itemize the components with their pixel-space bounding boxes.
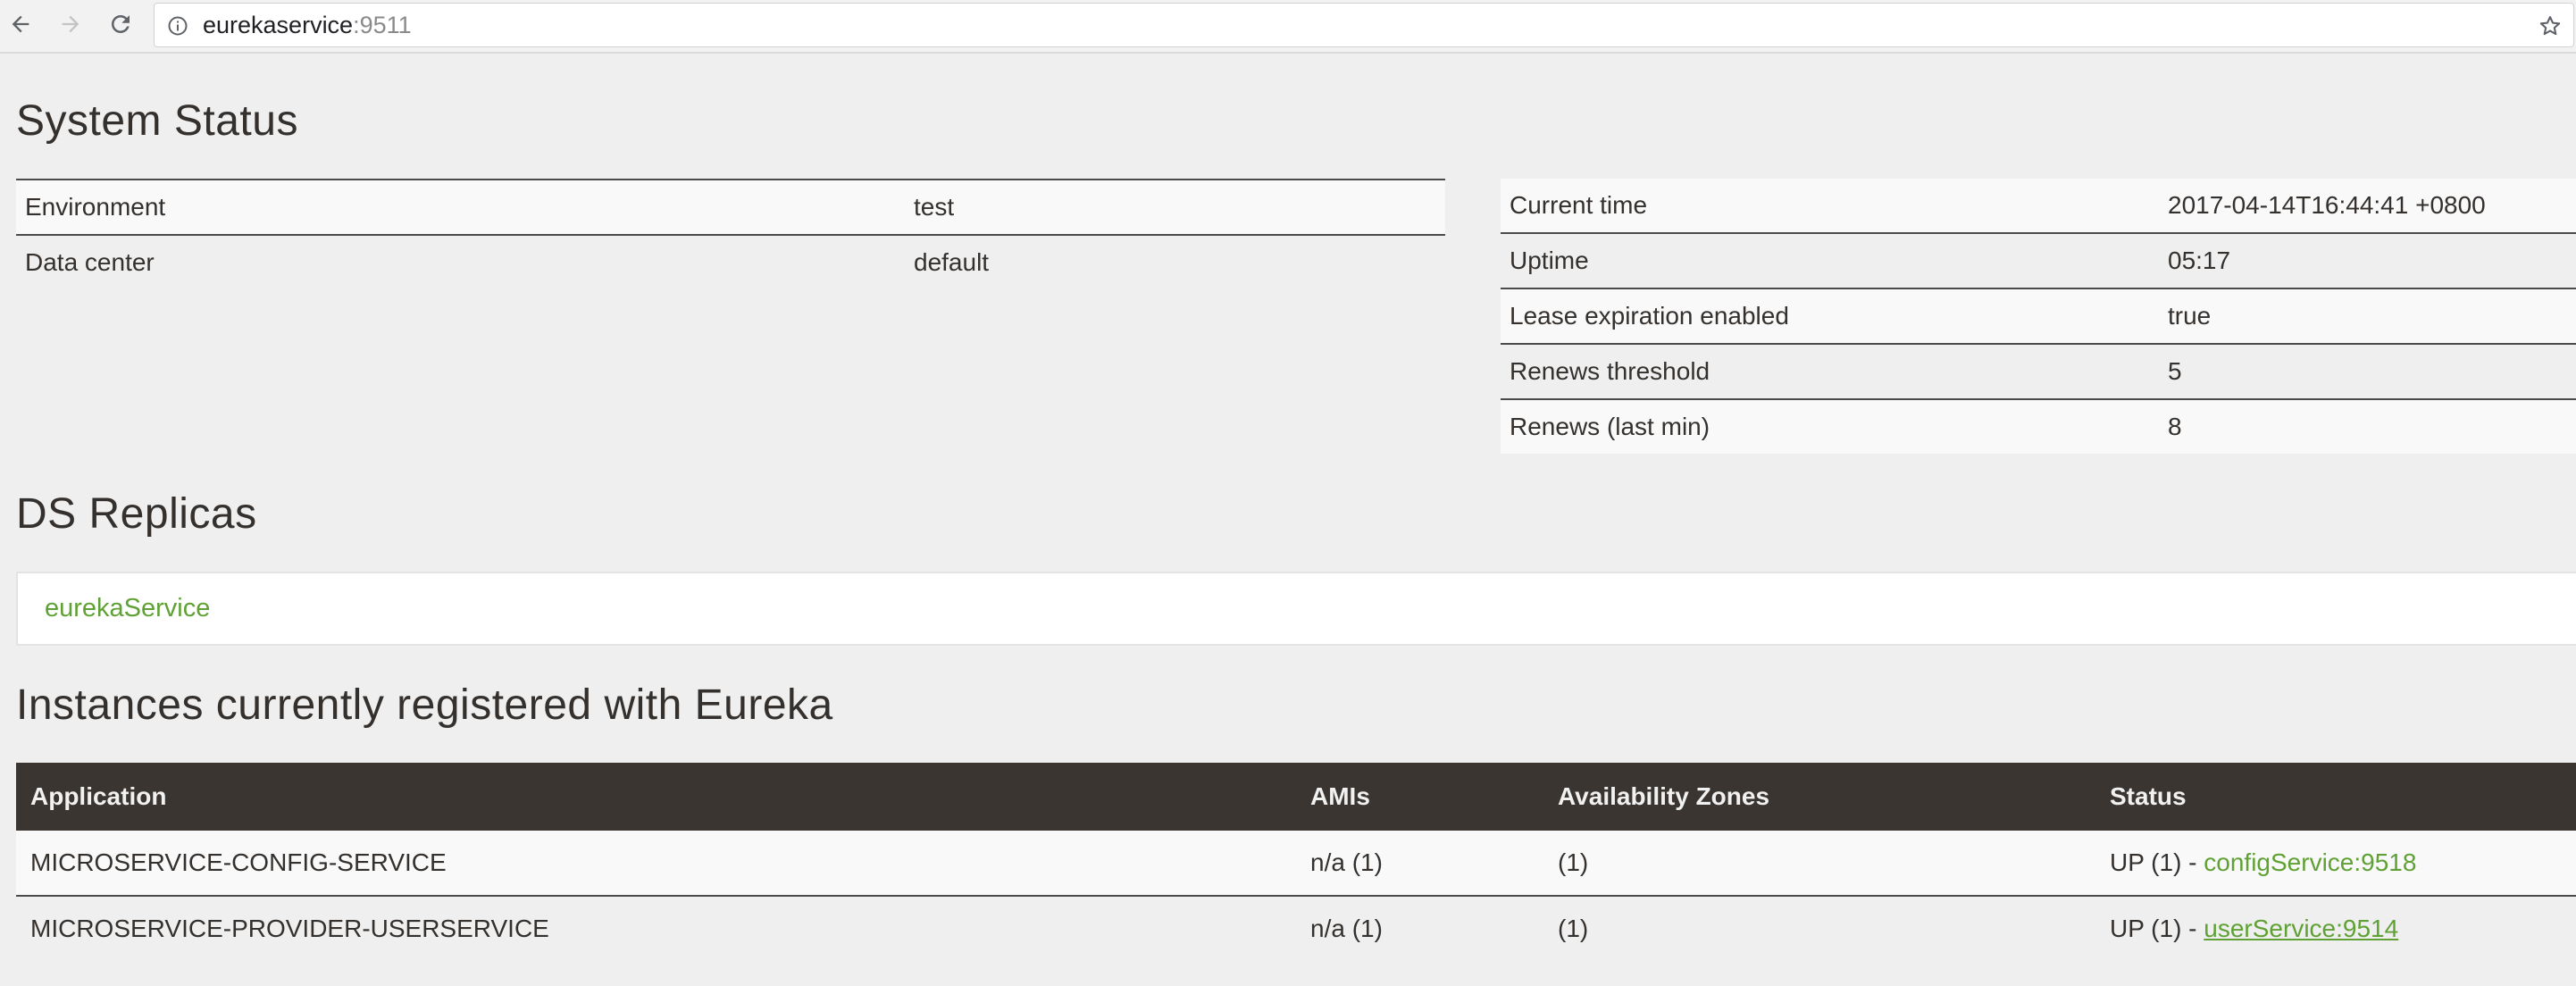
forward-button[interactable] bbox=[55, 7, 86, 41]
application-cell: MICROSERVICE-PROVIDER-USERSERVICE bbox=[16, 896, 1296, 961]
status-text: UP (1) - bbox=[2110, 915, 2204, 942]
datacenter-label: Data center bbox=[16, 235, 905, 289]
renews-last-min-label: Renews (last min) bbox=[1501, 399, 2159, 454]
status-cell: UP (1) - configService:9518 bbox=[2095, 831, 2576, 897]
amis-cell: n/a (1) bbox=[1296, 896, 1543, 961]
zones-cell: (1) bbox=[1543, 896, 2095, 961]
table-row: Environment test bbox=[16, 179, 1445, 236]
instance-link[interactable]: userService:9514 bbox=[2204, 915, 2398, 942]
datacenter-value: default bbox=[905, 235, 1445, 289]
col-header-availability-zones: Availability Zones bbox=[1543, 763, 2095, 831]
back-arrow-icon bbox=[12, 15, 29, 33]
url-host: eurekaservice bbox=[203, 12, 354, 38]
address-bar[interactable]: eurekaservice:9511 bbox=[154, 3, 2574, 47]
table-row: MICROSERVICE-CONFIG-SERVICE n/a (1) (1) … bbox=[16, 831, 2576, 897]
current-time-value: 2017-04-14T16:44:41 +0800 bbox=[2159, 179, 2576, 234]
system-status-title: System Status bbox=[16, 97, 298, 145]
application-cell: MICROSERVICE-CONFIG-SERVICE bbox=[16, 831, 1296, 897]
instances-title: Instances currently registered with Eure… bbox=[16, 681, 833, 729]
col-header-status: Status bbox=[2095, 763, 2576, 831]
table-row: Data center default bbox=[16, 235, 1445, 289]
lease-expiration-label: Lease expiration enabled bbox=[1501, 288, 2159, 345]
table-header-row: Application AMIs Availability Zones Stat… bbox=[16, 763, 2576, 831]
table-row: Uptime 05:17 bbox=[1501, 233, 2576, 289]
url-port: :9511 bbox=[353, 12, 412, 38]
url-text: eurekaservice:9511 bbox=[203, 4, 412, 46]
uptime-label: Uptime bbox=[1501, 233, 2159, 289]
system-status-left-table: Environment test Data center default bbox=[16, 179, 1445, 289]
ds-replicas-list: eurekaService bbox=[16, 572, 2576, 646]
ds-replicas-title: DS Replicas bbox=[16, 490, 257, 538]
table-row: Current time 2017-04-14T16:44:41 +0800 bbox=[1501, 179, 2576, 234]
renews-threshold-label: Renews threshold bbox=[1501, 344, 2159, 400]
forward-arrow-icon bbox=[62, 15, 79, 33]
replica-link[interactable]: eurekaService bbox=[45, 573, 210, 644]
reload-icon bbox=[112, 15, 130, 33]
renews-threshold-value: 5 bbox=[2159, 344, 2576, 400]
zones-cell: (1) bbox=[1543, 831, 2095, 897]
table-row: Lease expiration enabled true bbox=[1501, 288, 2576, 345]
uptime-value: 05:17 bbox=[2159, 233, 2576, 289]
status-text: UP (1) - bbox=[2110, 848, 2204, 876]
info-icon[interactable] bbox=[167, 15, 188, 37]
col-header-amis: AMIs bbox=[1296, 763, 1543, 831]
reload-button[interactable] bbox=[105, 7, 136, 41]
table-row: Renews (last min) 8 bbox=[1501, 399, 2576, 454]
system-status-right-table: Current time 2017-04-14T16:44:41 +0800 U… bbox=[1501, 179, 2576, 454]
lease-expiration-value: true bbox=[2159, 288, 2576, 345]
col-header-application: Application bbox=[16, 763, 1296, 831]
env-label: Environment bbox=[16, 179, 905, 236]
renews-last-min-value: 8 bbox=[2159, 399, 2576, 454]
back-button[interactable] bbox=[5, 7, 36, 41]
browser-toolbar: eurekaservice:9511 bbox=[0, 0, 2576, 54]
env-value: test bbox=[905, 179, 1445, 236]
instances-table: Application AMIs Availability Zones Stat… bbox=[16, 763, 2576, 961]
instance-link[interactable]: configService:9518 bbox=[2204, 848, 2416, 876]
star-icon[interactable] bbox=[2538, 13, 2563, 38]
table-row: MICROSERVICE-PROVIDER-USERSERVICE n/a (1… bbox=[16, 896, 2576, 961]
status-cell: UP (1) - userService:9514 bbox=[2095, 896, 2576, 961]
current-time-label: Current time bbox=[1501, 179, 2159, 234]
table-row: Renews threshold 5 bbox=[1501, 344, 2576, 400]
amis-cell: n/a (1) bbox=[1296, 831, 1543, 897]
